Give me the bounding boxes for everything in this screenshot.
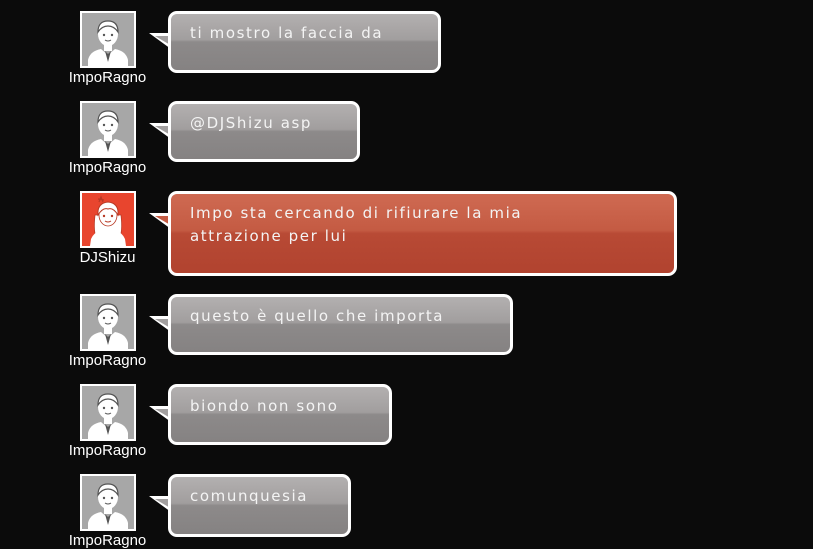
message-author: ImpoRagno <box>62 474 153 549</box>
message-bubble: biondo non sono <box>168 384 392 445</box>
message-author: ImpoRagno <box>62 294 153 369</box>
message-author: ImpoRagno <box>62 384 153 459</box>
message-text: Impo sta cercando di rifiurare la mia <box>190 204 523 222</box>
message-username[interactable]: DJShizu <box>62 249 153 266</box>
message-text: comunquesia <box>190 487 309 505</box>
male-user-icon[interactable] <box>79 384 136 441</box>
message-username[interactable]: ImpoRagno <box>62 159 153 176</box>
female-user-icon[interactable] <box>79 191 136 248</box>
message-text: questo è quello che importa <box>190 307 445 325</box>
message-author: ImpoRagno <box>62 101 153 176</box>
message-bubble: Impo sta cercando di rifiurare la mia at… <box>168 191 677 276</box>
message-author: ImpoRagno <box>62 11 153 86</box>
male-user-icon[interactable] <box>79 101 136 158</box>
male-user-icon[interactable] <box>79 294 136 351</box>
message-text-line-2: attrazione per lui <box>190 227 348 245</box>
message-text: @DJShizu asp <box>190 114 313 132</box>
message-text: ti mostro la faccia da <box>190 24 384 42</box>
message-bubble: ti mostro la faccia da <box>168 11 441 73</box>
message-bubble: @DJShizu asp <box>168 101 360 162</box>
chat-log: ImpoRagno ti mostro la faccia da ImpoRag… <box>0 0 813 549</box>
male-user-icon[interactable] <box>79 11 136 68</box>
message-author: DJShizu <box>62 191 153 266</box>
message-bubble: questo è quello che importa <box>168 294 513 355</box>
message-username[interactable]: ImpoRagno <box>62 442 153 459</box>
message-username[interactable]: ImpoRagno <box>62 532 153 549</box>
message-username[interactable]: ImpoRagno <box>62 69 153 86</box>
message-username[interactable]: ImpoRagno <box>62 352 153 369</box>
message-bubble: comunquesia <box>168 474 351 537</box>
message-text: biondo non sono <box>190 397 339 415</box>
male-user-icon[interactable] <box>79 474 136 531</box>
